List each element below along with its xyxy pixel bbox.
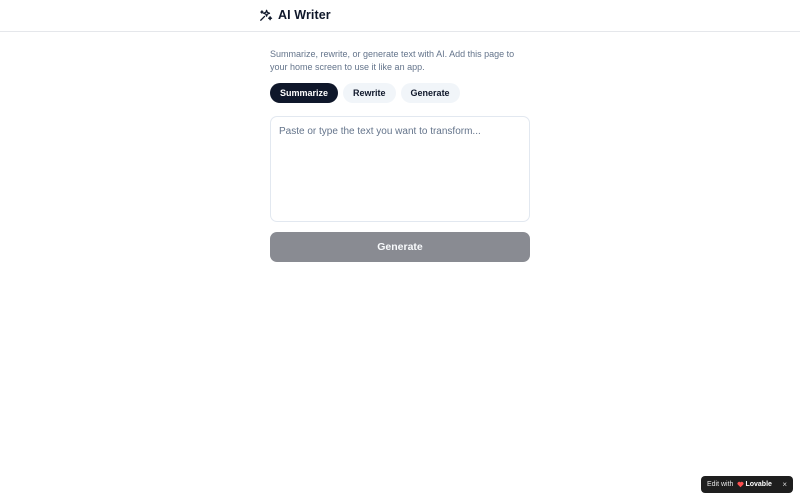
badge-edit-label: Edit with bbox=[707, 481, 734, 488]
mode-tabs: Summarize Rewrite Generate bbox=[270, 83, 460, 103]
badge-brand-label: Lovable bbox=[745, 481, 772, 488]
generate-button[interactable]: Generate bbox=[270, 232, 530, 262]
page-description: Summarize, rewrite, or generate text wit… bbox=[270, 49, 515, 72]
tab-rewrite[interactable]: Rewrite bbox=[343, 83, 396, 103]
tab-generate[interactable]: Generate bbox=[400, 83, 460, 103]
brand: AI Writer bbox=[259, 8, 331, 22]
close-icon[interactable]: × bbox=[782, 480, 787, 489]
app-header: AI Writer bbox=[0, 0, 800, 32]
sparkles-icon bbox=[259, 8, 273, 22]
lovable-heart-icon bbox=[737, 481, 744, 488]
main-content: Summarize, rewrite, or generate text wit… bbox=[270, 48, 530, 262]
edit-with-lovable-badge[interactable]: Edit with Lovable × bbox=[701, 476, 793, 493]
tab-summarize[interactable]: Summarize bbox=[270, 83, 339, 103]
app-title: AI Writer bbox=[278, 8, 331, 22]
source-text-input[interactable] bbox=[270, 116, 530, 222]
